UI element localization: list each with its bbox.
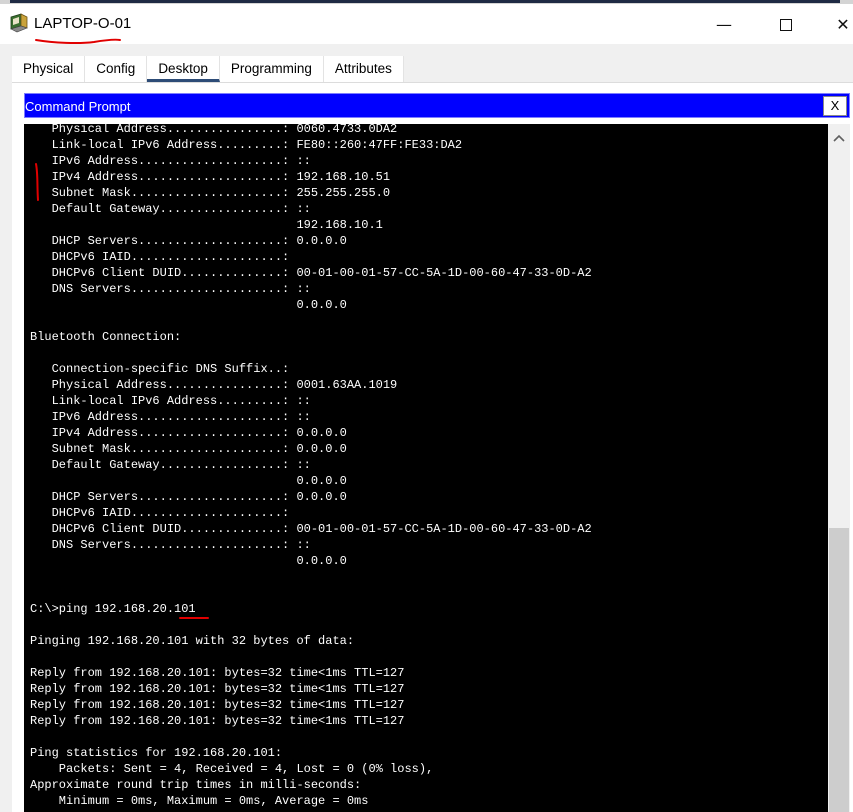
terminal-line: Connection-specific DNS Suffix..: [30,362,290,376]
terminal-line: Reply from 192.168.20.101: bytes=32 time… [30,666,405,680]
terminal-line: DHCPv6 IAID.....................: [30,506,290,520]
terminal-line: Link-local IPv6 Address.........: :: [30,394,311,408]
command-prompt-close-button[interactable]: X [823,96,847,116]
terminal-line: Minimum = 0ms, Maximum = 0ms, Average = … [30,794,369,808]
scrollbar-thumb[interactable] [829,528,849,812]
terminal-line: IPv4 Address....................: 192.16… [30,170,391,184]
tab-divider [12,82,853,83]
terminal-line: IPv4 Address....................: 0.0.0.… [30,426,347,440]
maximize-button[interactable] [766,12,806,38]
terminal-line: IPv6 Address....................: :: [30,154,311,168]
terminal-line: Reply from 192.168.20.101: bytes=32 time… [30,698,405,712]
terminal-line: 192.168.10.1 [30,218,383,232]
terminal-line: Default Gateway.................: :: [30,458,311,472]
terminal-line: DNS Servers.....................: :: [30,282,311,296]
terminal-lines: Physical Address................: 0060.4… [30,124,592,809]
terminal-line: Packets: Sent = 4, Received = 4, Lost = … [30,762,434,776]
terminal-scrollbar[interactable] [828,124,850,812]
minimize-icon: — [716,15,732,34]
tab-bar: Physical Config Desktop Programming Attr… [12,56,404,82]
terminal-line: Link-local IPv6 Address.........: FE80::… [30,138,463,152]
command-prompt-title: Command Prompt [25,99,131,114]
tab-attributes[interactable]: Attributes [323,56,404,82]
window-title: LAPTOP-O-01 [34,15,132,32]
terminal-line: DHCPv6 IAID.....................: [30,250,290,264]
tab-programming[interactable]: Programming [219,56,324,82]
terminal-line: 0.0.0.0 [30,474,347,488]
chevron-up-icon[interactable] [828,128,850,148]
tab-desktop[interactable]: Desktop [147,56,220,82]
terminal-output[interactable]: Physical Address................: 0060.4… [24,124,830,812]
terminal-line: Ping statistics for 192.168.20.101: [30,746,283,760]
terminal-line: DNS Servers.....................: :: [30,538,311,552]
terminal-line: Pinging 192.168.20.101 with 32 bytes of … [30,634,355,648]
terminal-line: Bluetooth Connection: [30,330,182,344]
close-icon: ✕ [836,15,850,34]
terminal-line: Default Gateway.................: :: [30,202,311,216]
terminal-line: Approximate round trip times in milli-se… [30,778,362,792]
terminal-line: Physical Address................: 0001.6… [30,378,398,392]
laptop-app-icon [10,13,28,33]
terminal-line: 0.0.0.0 [30,298,347,312]
terminal-line: 0.0.0.0 [30,554,347,568]
terminal-line: DHCPv6 Client DUID..............: 00-01-… [30,266,592,280]
terminal-line: Physical Address................: 0060.4… [30,124,398,136]
terminal-line: DHCP Servers....................: 0.0.0.… [30,234,347,248]
minimize-button[interactable]: — [704,12,744,38]
terminal-line: DHCP Servers....................: 0.0.0.… [30,490,347,504]
terminal-line: C:\>ping 192.168.20.101 [30,602,196,616]
terminal-line: Reply from 192.168.20.101: bytes=32 time… [30,714,405,728]
maximize-icon [780,19,792,31]
terminal-line: Subnet Mask.....................: 255.25… [30,186,391,200]
window-titlebar[interactable]: LAPTOP-O-01 — ✕ [0,4,853,44]
terminal-line: Reply from 192.168.20.101: bytes=32 time… [30,682,405,696]
top-strip-dark [10,0,840,3]
command-prompt-header: Command Prompt X [24,93,850,118]
close-window-button[interactable]: ✕ [823,12,853,38]
tab-config[interactable]: Config [85,56,148,82]
terminal-line: IPv6 Address....................: :: [30,410,311,424]
terminal-line: DHCPv6 Client DUID..............: 00-01-… [30,522,592,536]
tab-physical[interactable]: Physical [12,56,86,82]
terminal-line: Subnet Mask.....................: 0.0.0.… [30,442,347,456]
